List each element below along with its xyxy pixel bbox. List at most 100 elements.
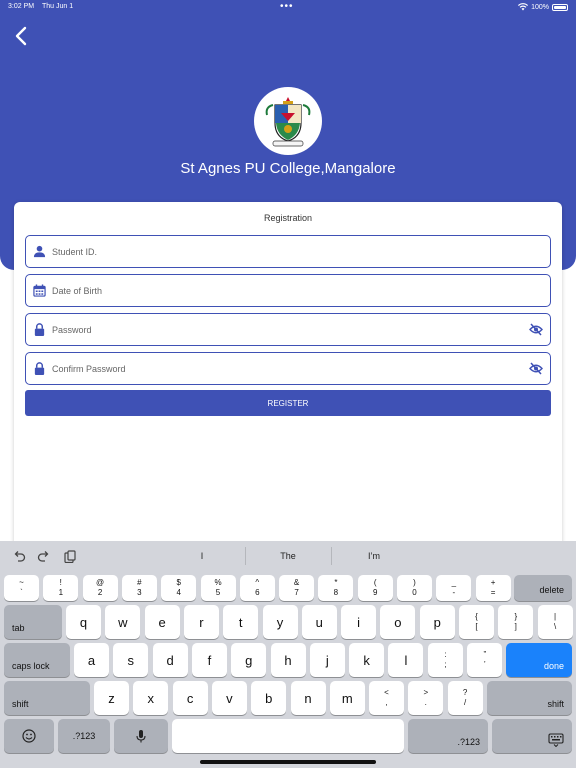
key-3[interactable]: #3 xyxy=(121,575,157,601)
key-n[interactable]: n xyxy=(290,681,326,715)
dictation-key[interactable] xyxy=(114,719,168,753)
key-c[interactable]: c xyxy=(172,681,208,715)
eye-off-icon[interactable] xyxy=(529,362,543,375)
key-/[interactable]: ? / xyxy=(447,681,483,715)
multitasking-dots-icon[interactable]: ••• xyxy=(280,1,294,12)
key-w[interactable]: w xyxy=(105,605,141,639)
key-q[interactable]: q xyxy=(66,605,101,639)
password-field[interactable] xyxy=(25,313,551,346)
key-base-symbol: - xyxy=(452,588,456,597)
key-o[interactable]: o xyxy=(380,605,416,639)
key-base-symbol: 1 xyxy=(58,588,64,597)
key-6[interactable]: ^ 6 xyxy=(239,575,275,601)
key-s[interactable]: s xyxy=(113,643,149,677)
key-e[interactable]: e xyxy=(144,605,180,639)
key-shift-symbol: + xyxy=(490,578,496,587)
tab-key[interactable]: tab xyxy=(4,605,62,639)
done-key[interactable]: done xyxy=(506,643,572,677)
key-r[interactable]: r xyxy=(183,605,219,639)
key-,[interactable]: <, xyxy=(369,681,404,715)
key-m[interactable]: m xyxy=(329,681,365,715)
paste-icon[interactable] xyxy=(63,550,77,563)
key-u[interactable]: u xyxy=(301,605,337,639)
key-shift-symbol: ! xyxy=(59,578,62,587)
key-f[interactable]: f xyxy=(191,643,227,677)
key-base-symbol: 0 xyxy=(412,588,417,597)
caps-lock-key[interactable]: caps lock xyxy=(4,643,70,677)
key-5[interactable]: % 5 xyxy=(200,575,236,601)
key-9[interactable]: (9 xyxy=(357,575,393,601)
key-4[interactable]: $4 xyxy=(161,575,197,601)
key-d[interactable]: d xyxy=(152,643,188,677)
key-base-symbol: ; xyxy=(444,660,447,669)
student-id-input[interactable] xyxy=(52,236,522,267)
key-][interactable]: }] xyxy=(498,605,534,639)
space-key[interactable] xyxy=(172,719,404,753)
key-base-symbol: [ xyxy=(475,622,478,631)
key--[interactable]: _ - xyxy=(436,575,472,601)
key-base-symbol: 4 xyxy=(176,588,181,597)
lock-icon xyxy=(34,323,45,336)
key-2[interactable]: @2 xyxy=(82,575,118,601)
key-p[interactable]: p xyxy=(419,605,455,639)
key-i[interactable]: i xyxy=(341,605,377,639)
eye-off-icon[interactable] xyxy=(529,323,543,336)
suggestion-1[interactable]: I xyxy=(162,551,242,561)
key-=[interactable]: + = xyxy=(475,575,511,601)
key-v[interactable]: v xyxy=(211,681,247,715)
key-l[interactable]: l xyxy=(388,643,424,677)
key-g[interactable]: g xyxy=(231,643,267,677)
college-logo xyxy=(254,87,322,155)
key-b[interactable]: b xyxy=(251,681,287,715)
key-base-symbol: 8 xyxy=(333,588,339,597)
confirm-password-input[interactable] xyxy=(52,353,522,384)
register-button[interactable]: REGISTER xyxy=(25,390,551,416)
delete-key[interactable]: delete xyxy=(514,575,572,601)
key-k[interactable]: k xyxy=(349,643,385,677)
key-[[interactable]: {[ xyxy=(459,605,494,639)
numbers-key-right[interactable]: .?123 xyxy=(408,719,488,753)
key-shift-symbol: | xyxy=(554,612,557,621)
key-7[interactable]: & 7 xyxy=(279,575,315,601)
key-`[interactable]: ~ ` xyxy=(4,575,39,601)
key-shift-symbol: ( xyxy=(373,578,377,587)
suggestion-3[interactable]: I’m xyxy=(334,551,414,561)
key-y[interactable]: y xyxy=(262,605,298,639)
key-t[interactable]: t xyxy=(223,605,259,639)
key-0[interactable]: ) 0 xyxy=(397,575,432,601)
key-base-symbol: \ xyxy=(553,622,557,631)
key-1[interactable]: ! 1 xyxy=(43,575,79,601)
key-z[interactable]: z xyxy=(94,681,129,715)
undo-icon[interactable] xyxy=(12,550,26,563)
status-date: Thu Jun 1 xyxy=(42,3,74,10)
suggestion-bar: I The I’m xyxy=(0,541,576,571)
dob-input[interactable] xyxy=(52,275,522,306)
shift-right-key[interactable]: shift xyxy=(487,681,572,715)
student-id-field[interactable] xyxy=(25,235,551,268)
key-;[interactable]: :; xyxy=(428,643,463,677)
key-a[interactable]: a xyxy=(74,643,109,677)
emoji-key[interactable] xyxy=(4,719,54,753)
key-shift-symbol: { xyxy=(475,612,478,621)
key-x[interactable]: x xyxy=(133,681,169,715)
password-input[interactable] xyxy=(52,314,522,345)
wifi-icon xyxy=(518,3,529,11)
key-\[interactable]: | \ xyxy=(537,605,573,639)
suggestion-2[interactable]: The xyxy=(248,551,328,561)
key-.[interactable]: >. xyxy=(408,681,444,715)
back-chevron-icon[interactable] xyxy=(10,24,34,48)
key-shift-symbol: ” xyxy=(483,650,487,659)
hide-keyboard-key[interactable] xyxy=(492,719,572,753)
key-shift-symbol: > xyxy=(423,688,429,697)
numbers-key-left[interactable]: .?123 xyxy=(58,719,110,753)
key-’[interactable]: ”’ xyxy=(467,643,503,677)
shift-left-key[interactable]: shift xyxy=(4,681,90,715)
key-base-symbol: , xyxy=(385,698,388,707)
key-j[interactable]: j xyxy=(309,643,345,677)
confirm-password-field[interactable] xyxy=(25,352,551,385)
redo-icon[interactable] xyxy=(37,550,51,563)
key-8[interactable]: * 8 xyxy=(318,575,354,601)
dob-field[interactable] xyxy=(25,274,551,307)
key-base-symbol: 2 xyxy=(97,588,103,597)
key-h[interactable]: h xyxy=(270,643,306,677)
